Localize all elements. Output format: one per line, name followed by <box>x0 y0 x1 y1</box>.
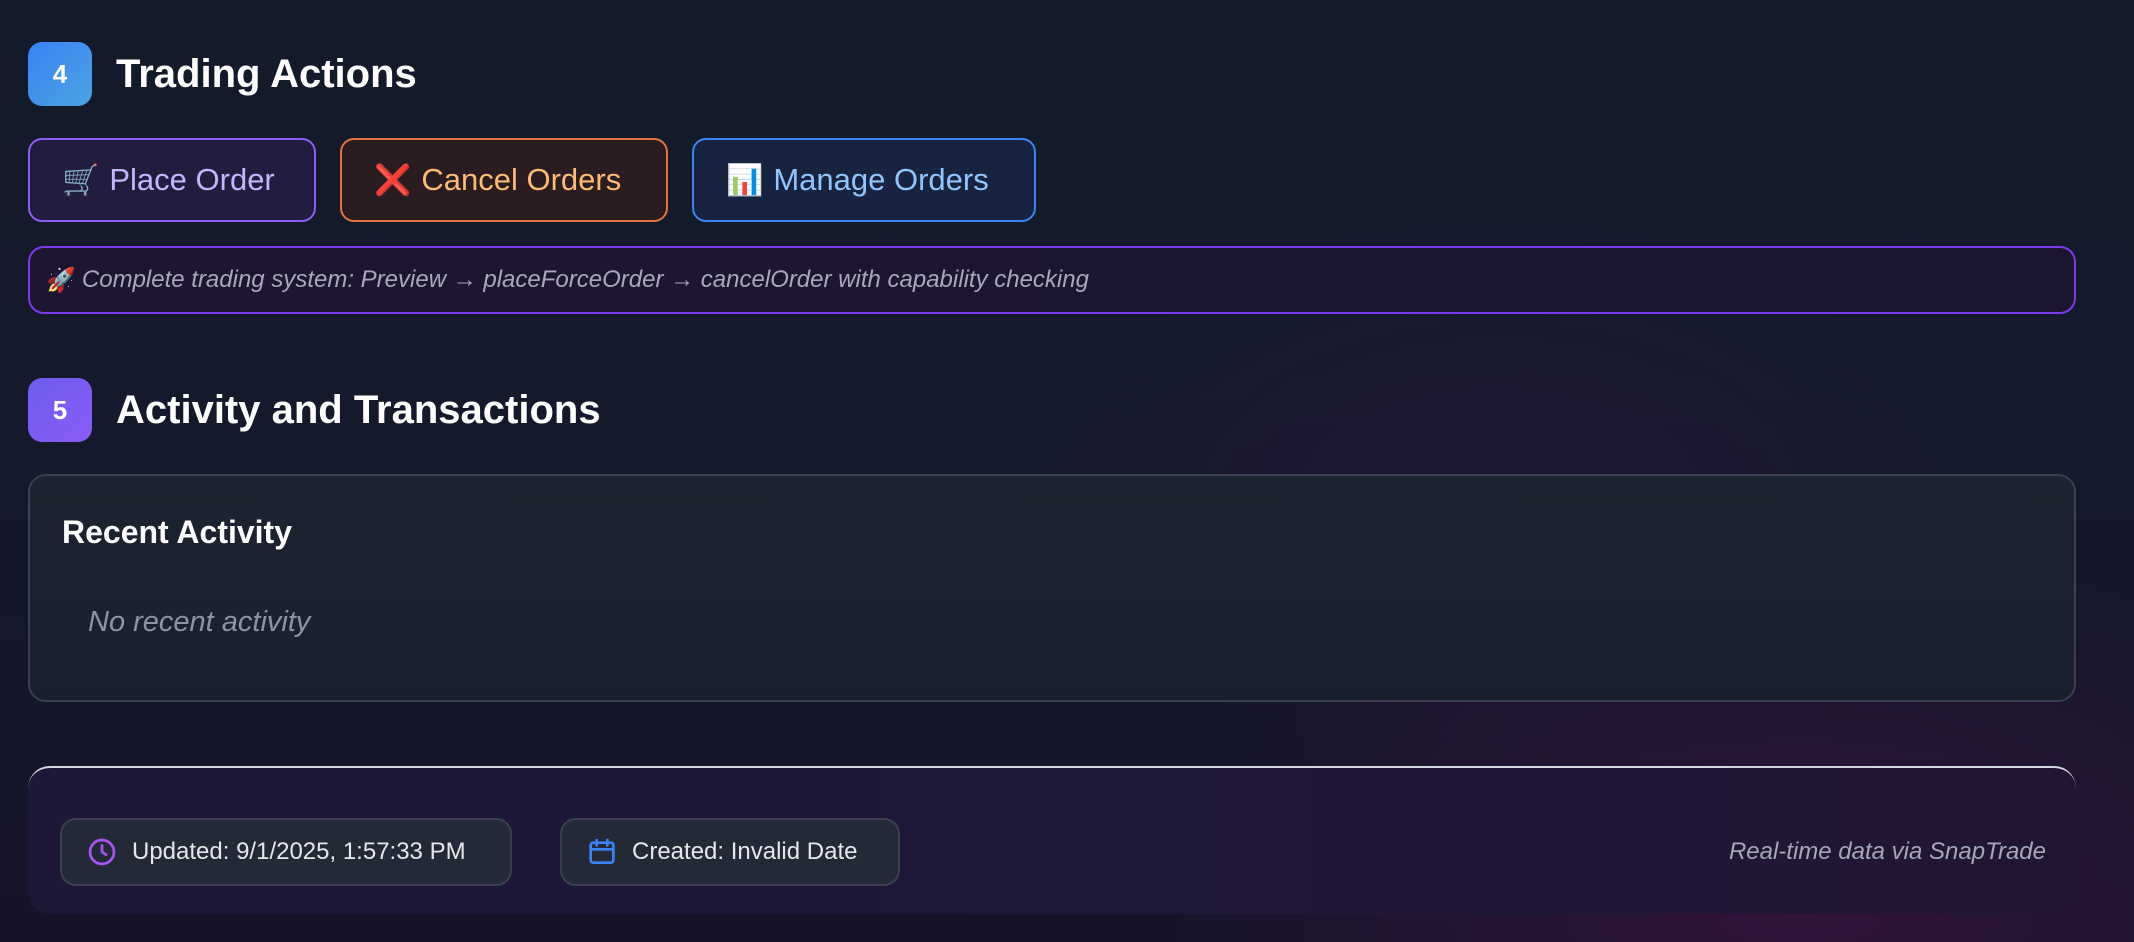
calendar-icon <box>586 836 618 868</box>
trading-system-note: 🚀 Complete trading system: Preview → pla… <box>28 246 2076 314</box>
manage-orders-label: Manage Orders <box>773 162 989 197</box>
cross-icon: ❌ <box>374 163 412 197</box>
cancel-orders-label: Cancel Orders <box>421 162 622 197</box>
clock-icon <box>86 836 118 868</box>
recent-activity-title: Recent Activity <box>62 514 292 550</box>
bar-chart-icon: 📊 <box>726 163 764 197</box>
section-title: Trading Actions <box>116 51 417 96</box>
created-date-text: Created: Invalid Date <box>632 838 858 865</box>
section-number-badge: 5 <box>28 378 92 442</box>
cancel-orders-button[interactable]: ❌ Cancel Orders <box>340 138 668 222</box>
manage-orders-button[interactable]: 📊 Manage Orders <box>692 138 1036 222</box>
place-order-label: Place Order <box>109 162 275 197</box>
section-header-activity: 5 Activity and Transactions <box>28 378 601 442</box>
place-order-button[interactable]: 🛒 Place Order <box>28 138 316 222</box>
created-date-pill: Created: Invalid Date <box>560 818 900 886</box>
section-number-badge: 4 <box>28 42 92 106</box>
section-title: Activity and Transactions <box>116 387 601 432</box>
data-source-note: Real-time data via SnapTrade <box>1728 838 2046 865</box>
recent-activity-card: Recent Activity No recent activity <box>28 474 2076 702</box>
trading-system-note-text: Complete trading system: Preview → place… <box>81 266 1089 293</box>
trading-actions-bar: 🛒 Place Order ❌ Cancel Orders 📊 Manage O… <box>28 138 1036 222</box>
empty-activity-message: No recent activity <box>88 606 311 638</box>
cart-icon: 🛒 <box>62 163 100 197</box>
updated-timestamp-pill: Updated: 9/1/2025, 1:57:33 PM <box>60 818 512 886</box>
updated-timestamp-text: Updated: 9/1/2025, 1:57:33 PM <box>132 838 466 865</box>
section-header-trading-actions: 4 Trading Actions <box>28 42 417 106</box>
status-footer: Updated: 9/1/2025, 1:57:33 PM Created: I… <box>28 766 2076 914</box>
rocket-icon: 🚀 <box>46 266 76 294</box>
